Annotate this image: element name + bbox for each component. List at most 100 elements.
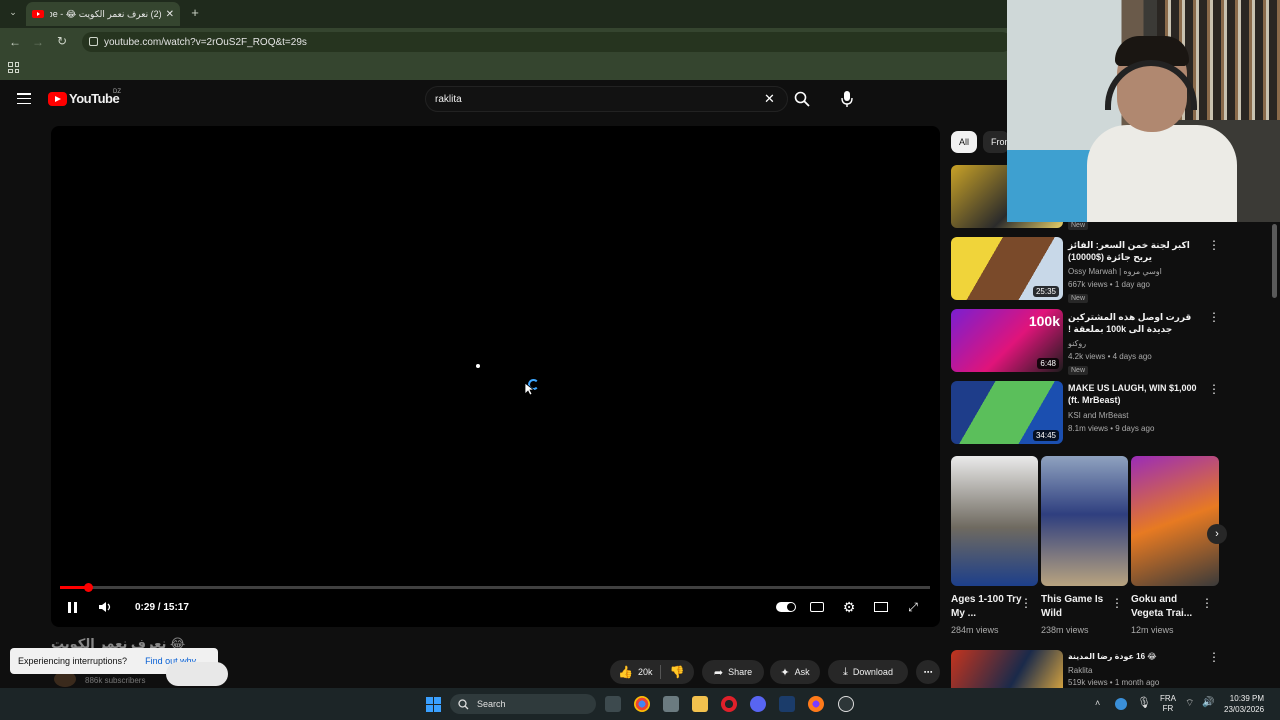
taskbar-search-box[interactable]: Search xyxy=(450,694,596,714)
browser-tab[interactable]: (2) نعرف نعمر الكويت 😂 - YouTube ✕ xyxy=(26,2,180,26)
recommendation-thumbnail[interactable] xyxy=(951,650,1063,688)
autoplay-toggle[interactable] xyxy=(775,599,797,615)
like-button[interactable]: 👍 20k xyxy=(618,665,652,679)
short-title[interactable]: Ages 1-100 Try My ... xyxy=(951,593,1023,621)
steam-taskbar-icon[interactable] xyxy=(779,696,795,712)
search-query: raklita xyxy=(435,93,462,105)
short-thumbnail[interactable] xyxy=(951,456,1038,586)
search-input[interactable]: raklita xyxy=(425,86,788,112)
video-player[interactable]: 0:29 / 15:17 ⚙ ⤢ xyxy=(51,126,940,627)
language-code: FRA xyxy=(1160,694,1176,703)
recommendation-channel[interactable]: روكنو xyxy=(1068,339,1086,348)
url-text: youtube.com/watch?v=2rOuS2F_ROQ&t=29s xyxy=(104,36,307,48)
recommendation-channel[interactable]: Raklita xyxy=(1068,666,1092,675)
chip-from[interactable]: From xyxy=(983,131,1009,153)
recommendation-title[interactable]: اكبر لجنة خمن السعر: الفائز يربح جائزة (… xyxy=(1068,239,1208,263)
task-view-icon[interactable] xyxy=(605,696,621,712)
recommendation-channel[interactable]: Ossy Marwah | اوسي مروه xyxy=(1068,267,1162,276)
progress-scrubber[interactable] xyxy=(83,583,93,592)
tray-app-icon[interactable] xyxy=(1115,698,1127,710)
clock[interactable]: 10:39 PM 23/03/2026 xyxy=(1224,693,1264,715)
search-icon[interactable] xyxy=(794,91,810,107)
site-info-icon[interactable] xyxy=(89,37,98,46)
wifi-icon[interactable]: ⌔ xyxy=(1185,697,1194,710)
address-bar[interactable]: youtube.com/watch?v=2rOuS2F_ROQ&t=29s xyxy=(82,32,1012,52)
reload-icon[interactable]: ↻ xyxy=(55,34,69,48)
chip-all[interactable]: All xyxy=(951,131,978,153)
video-duration: 25:35 xyxy=(1032,286,1059,297)
ask-button[interactable]: ✦ Ask xyxy=(770,660,820,684)
video-duration: 34:45 xyxy=(1032,430,1059,441)
pause-button[interactable] xyxy=(66,599,78,615)
shorts-next-arrow-icon[interactable]: › xyxy=(1207,524,1227,544)
chrome-taskbar-icon[interactable] xyxy=(634,696,650,712)
clear-search-icon[interactable]: ✕ xyxy=(764,91,775,107)
short-menu-button[interactable]: ⋮ xyxy=(1201,596,1213,610)
volume-icon xyxy=(99,602,111,612)
youtube-logo-icon[interactable] xyxy=(48,92,67,106)
recommendation-thumbnail[interactable]: 100k 6:48 xyxy=(951,309,1063,372)
short-title[interactable]: Goku and Vegeta Trai... xyxy=(1131,593,1203,621)
language-indicator[interactable]: FRA FR xyxy=(1160,694,1176,714)
dislike-button[interactable]: 👎 xyxy=(669,665,684,679)
new-tab-button[interactable]: + xyxy=(188,5,202,20)
recommendation-channel[interactable]: KSI and MrBeast xyxy=(1068,411,1128,420)
subscribe-button[interactable] xyxy=(166,662,228,686)
tab-close-icon[interactable]: ✕ xyxy=(166,9,174,20)
settings-gear-icon[interactable]: ⚙ xyxy=(841,599,857,615)
short-thumbnail[interactable] xyxy=(1131,456,1219,586)
speaker-icon[interactable]: 🔊 xyxy=(1202,697,1214,708)
file-explorer-icon[interactable] xyxy=(692,696,708,712)
menu-hamburger-icon[interactable] xyxy=(17,93,31,104)
snipping-tool-icon[interactable] xyxy=(663,696,679,712)
app-taskbar-icon[interactable] xyxy=(838,696,854,712)
forward-arrow-icon[interactable]: → xyxy=(31,35,45,49)
short-menu-button[interactable]: ⋮ xyxy=(1111,596,1123,610)
share-button[interactable]: ➦ Share xyxy=(702,660,764,684)
recommendation-title[interactable]: قررت اوصل هذه المشتركين جديدة الى 100k ب… xyxy=(1068,311,1208,335)
theater-mode-icon[interactable] xyxy=(873,599,889,615)
recommendation-thumbnail[interactable]: 34:45 xyxy=(951,381,1063,444)
recommendation-menu-button[interactable]: ⋮ xyxy=(1208,382,1220,396)
recommendation-title[interactable]: MAKE US LAUGH, WIN $1,000 (ft. MrBeast) xyxy=(1068,382,1208,406)
tab-title: (2) نعرف نعمر الكويت 😂 - YouTube xyxy=(50,8,162,19)
new-badge: New xyxy=(1068,294,1089,303)
ask-label: Ask xyxy=(794,667,810,677)
short-views: 12m views xyxy=(1131,625,1174,635)
tray-chevron-icon[interactable]: ˄ xyxy=(1095,698,1100,708)
tray-microphone-icon[interactable]: 🎙 xyxy=(1137,696,1151,709)
firefox-taskbar-icon[interactable] xyxy=(808,696,824,712)
download-label: Download xyxy=(852,667,893,677)
like-count: 20k xyxy=(637,667,653,677)
recommendation-title[interactable]: 😂 16 عودة رضا المدينة xyxy=(1068,651,1208,663)
youtube-logo-text[interactable]: YouTube xyxy=(69,91,120,106)
tab-list-chevron-icon[interactable]: ⌄ xyxy=(6,7,20,18)
share-label: Share xyxy=(728,667,753,677)
windows-start-icon[interactable] xyxy=(426,697,441,712)
more-actions-button[interactable]: ⋯ xyxy=(916,660,940,684)
page-scrollbar-thumb[interactable] xyxy=(1272,224,1277,298)
progress-bar[interactable] xyxy=(60,586,930,589)
youtube-favicon-icon xyxy=(32,10,44,18)
volume-button[interactable] xyxy=(97,599,113,615)
recommendation-menu-button[interactable]: ⋮ xyxy=(1208,238,1220,252)
recommendation-menu-button[interactable]: ⋮ xyxy=(1208,650,1220,664)
discord-taskbar-icon[interactable] xyxy=(750,696,766,712)
download-icon: ⤓ xyxy=(843,665,848,678)
short-title[interactable]: This Game Is Wild xyxy=(1041,593,1113,621)
back-arrow-icon[interactable]: ← xyxy=(8,35,22,49)
clock-time: 10:39 PM xyxy=(1229,694,1265,703)
download-button[interactable]: ⤓ Download xyxy=(828,660,908,684)
fullscreen-icon[interactable]: ⤢ xyxy=(905,599,921,615)
recommendation-menu-button[interactable]: ⋮ xyxy=(1208,310,1220,324)
subtitles-icon[interactable] xyxy=(809,599,825,615)
short-thumbnail[interactable] xyxy=(1041,456,1128,586)
opera-taskbar-icon[interactable] xyxy=(721,696,737,712)
thumbs-up-icon: 👍 xyxy=(618,665,633,679)
new-badge: New xyxy=(1068,366,1089,375)
recommendation-thumbnail[interactable]: 25:35 xyxy=(951,237,1063,300)
apps-grid-icon[interactable] xyxy=(8,62,19,73)
microphone-icon[interactable] xyxy=(840,90,854,108)
short-menu-button[interactable]: ⋮ xyxy=(1020,596,1032,610)
share-arrow-icon: ➦ xyxy=(713,666,724,679)
